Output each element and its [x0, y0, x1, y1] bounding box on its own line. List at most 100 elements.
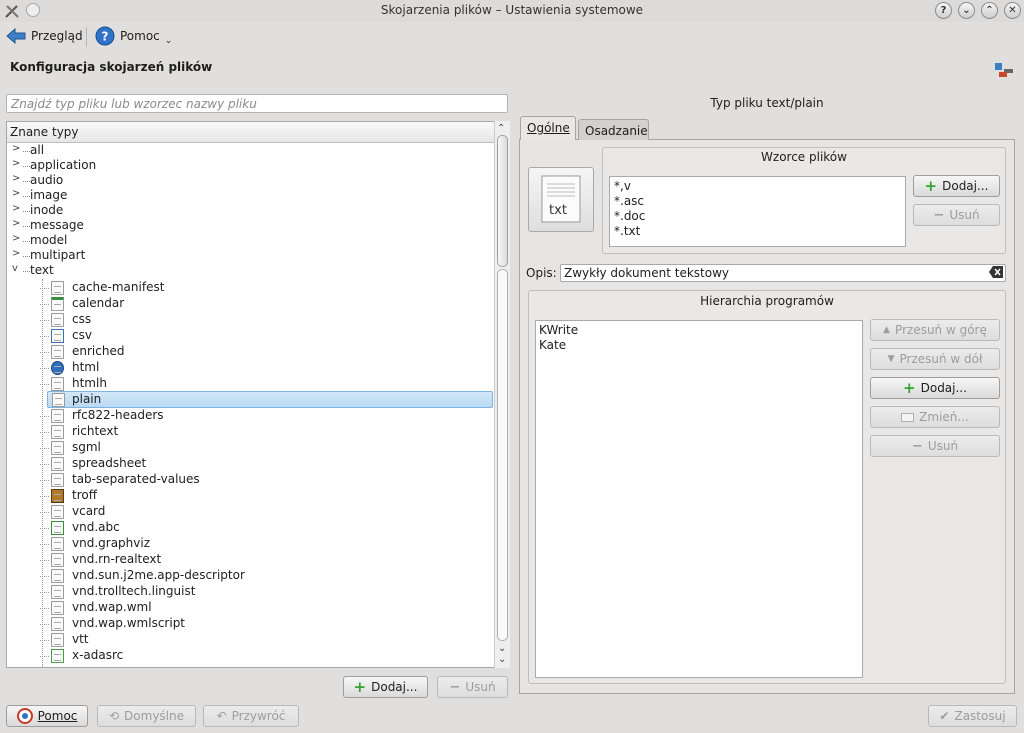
help-icon: ?	[95, 26, 115, 46]
tree-item-vtt[interactable]: vtt	[7, 632, 495, 648]
chevron-down-icon[interactable]: v	[12, 263, 26, 274]
tree-item-troff[interactable]: troff	[7, 488, 495, 504]
tab-general[interactable]: Ogólne	[520, 116, 576, 140]
arrow-left-icon	[6, 28, 26, 44]
chevron-right-icon[interactable]: >	[12, 173, 26, 184]
known-types-tree[interactable]: Znane typy > all > application > audio > ima…	[6, 121, 510, 668]
file-type-icon-button[interactable]: txt	[528, 167, 594, 232]
file-type-title: Typ pliku text/plain	[710, 96, 824, 110]
tree-item-image[interactable]: > image	[7, 188, 495, 204]
move-up-button[interactable]: ▲ Przesuń w górę	[870, 319, 1000, 341]
plus-icon: +	[903, 379, 916, 397]
tree-item-x-adasrc[interactable]: x-adasrc	[7, 648, 495, 664]
help-button[interactable]: Pomoc	[6, 705, 88, 727]
tree-item-text[interactable]: v text	[7, 263, 495, 279]
help-window-button[interactable]: ?	[935, 2, 952, 19]
tree-header[interactable]: Znane typy	[7, 122, 495, 143]
tree-item-inode[interactable]: > inode	[7, 203, 495, 219]
chevron-right-icon[interactable]: >	[12, 233, 26, 244]
remove-pattern-button[interactable]: − Usuń	[913, 204, 1000, 226]
tree-item-css[interactable]: css	[7, 312, 495, 328]
tree-item-html[interactable]: html	[7, 360, 495, 376]
close-button[interactable]: ✕	[1004, 2, 1021, 19]
file-patterns-list[interactable]: *,v *.asc *.doc *.txt	[609, 176, 906, 247]
add-type-button[interactable]: + Dodaj...	[343, 676, 428, 698]
tree-item-multipart[interactable]: > multipart	[7, 248, 495, 264]
tree-item-vcard[interactable]: vcard	[7, 504, 495, 520]
music-note-icon	[51, 521, 64, 535]
tree-item-message[interactable]: > message	[7, 218, 495, 234]
help-menu-button[interactable]: ? Pomoc ⌄	[95, 24, 172, 48]
tree-item-audio[interactable]: > audio	[7, 173, 495, 189]
tree-item-vnd-sun-j2me-app-descriptor[interactable]: vnd.sun.j2me.app-descriptor	[7, 568, 495, 584]
tree-item-tab-separated-values[interactable]: tab-separated-values	[7, 472, 495, 488]
text-file-icon	[51, 473, 64, 487]
globe-icon	[51, 361, 64, 375]
list-item[interactable]: Kate	[539, 338, 859, 353]
search-input[interactable]	[6, 94, 508, 113]
settings-icon[interactable]	[993, 60, 1015, 80]
move-down-button[interactable]: ▼ Przesuń w dół	[870, 348, 1000, 370]
chevron-right-icon[interactable]: >	[12, 188, 26, 199]
add-pattern-button[interactable]: + Dodaj...	[913, 175, 1000, 197]
chevron-down-icon: ⌄	[164, 36, 173, 46]
checkmark-icon: ✔	[939, 709, 950, 723]
overview-button[interactable]: Przegląd	[6, 24, 83, 48]
tree-item-application[interactable]: > application	[7, 158, 495, 174]
list-item[interactable]: *.doc	[614, 209, 901, 224]
tree-item-csv[interactable]: csv	[7, 328, 495, 344]
text-file-icon	[51, 537, 64, 551]
reset-button[interactable]: ↶ Przywróć	[203, 705, 299, 727]
tree-item-vnd-trolltech-linguist[interactable]: vnd.trolltech.linguist	[7, 584, 495, 600]
remove-type-button[interactable]: − Usuń	[437, 676, 508, 698]
add-application-button[interactable]: + Dodaj...	[870, 377, 1000, 399]
tree-item-richtext[interactable]: richtext	[7, 424, 495, 440]
tab-embedding[interactable]: Osadzanie	[578, 119, 649, 140]
tree-item-rfc822-headers[interactable]: rfc822-headers	[7, 408, 495, 424]
scrollbar-track[interactable]	[497, 269, 508, 641]
scrollbar-thumb[interactable]	[497, 135, 508, 267]
tree-item-cache-manifest[interactable]: cache-manifest	[7, 280, 495, 296]
tree-item-htmlh[interactable]: htmlh	[7, 376, 495, 392]
tree-item-plain[interactable]: plain	[47, 391, 493, 408]
tree-item-vnd-wap-wmlscript[interactable]: vnd.wap.wmlscript	[7, 616, 495, 632]
tree-item-vnd-rn-realtext[interactable]: vnd.rn-realtext	[7, 552, 495, 568]
list-item[interactable]: *.txt	[614, 224, 901, 239]
application-list[interactable]: KWrite Kate	[535, 320, 863, 678]
tree-item-model[interactable]: > model	[7, 233, 495, 249]
defaults-button[interactable]: ⟲ Domyślne	[97, 705, 196, 727]
apply-button[interactable]: ✔ Zastosuj	[928, 705, 1017, 727]
tree-item-spreadsheet[interactable]: spreadsheet	[7, 456, 495, 472]
maximize-button[interactable]: ⌃	[981, 2, 998, 19]
tree-item-vnd-abc[interactable]: vnd.abc	[7, 520, 495, 536]
tree-scrollbar[interactable]: ⌃ ⌄ ⌄	[494, 121, 510, 668]
scroll-down-icon[interactable]: ⌄	[498, 643, 506, 654]
description-field[interactable]: Zwykły dokument tekstowy	[560, 264, 1006, 282]
tree-item-enriched[interactable]: enriched	[7, 344, 495, 360]
spreadsheet-icon	[51, 329, 64, 343]
clear-text-icon[interactable]	[989, 266, 1003, 278]
list-item[interactable]: *,v	[614, 179, 901, 194]
tree-item-sgml[interactable]: sgml	[7, 440, 495, 456]
minimize-button[interactable]: ⌄	[958, 2, 975, 19]
remove-application-button[interactable]: − Usuń	[870, 435, 1000, 457]
chevron-right-icon[interactable]: >	[12, 143, 26, 154]
tree-item-calendar[interactable]: calendar	[7, 296, 495, 312]
tree-item-vnd-graphviz[interactable]: vnd.graphviz	[7, 536, 495, 552]
tree-item-all[interactable]: > all	[7, 143, 495, 159]
tree-item-vnd-wap-wml[interactable]: vnd.wap.wml	[7, 600, 495, 616]
text-file-icon	[51, 281, 64, 295]
overview-label: Przegląd	[31, 29, 83, 43]
chevron-right-icon[interactable]: >	[12, 218, 26, 229]
chevron-right-icon[interactable]: >	[12, 248, 26, 259]
file-patterns-title: Wzorce plików	[761, 150, 847, 164]
list-item[interactable]: KWrite	[539, 323, 859, 338]
chevron-right-icon[interactable]: >	[12, 203, 26, 214]
chevron-right-icon[interactable]: >	[12, 158, 26, 169]
scroll-down-icon[interactable]: ⌄	[498, 654, 506, 665]
scroll-up-icon[interactable]: ⌃	[497, 123, 505, 134]
list-item[interactable]: *.asc	[614, 194, 901, 209]
edit-application-button[interactable]: Zmień...	[870, 406, 1000, 428]
text-file-icon	[51, 633, 64, 647]
text-file-icon	[51, 601, 64, 615]
